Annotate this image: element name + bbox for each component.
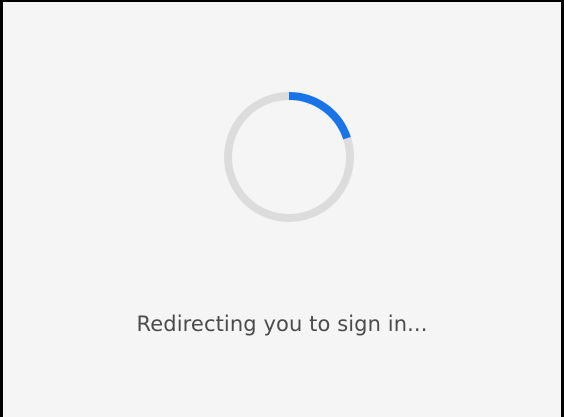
redirect-dialog: Redirecting you to sign in... xyxy=(0,0,564,417)
redirect-message: Redirecting you to sign in... xyxy=(136,312,428,336)
loading-spinner-icon xyxy=(224,92,354,222)
